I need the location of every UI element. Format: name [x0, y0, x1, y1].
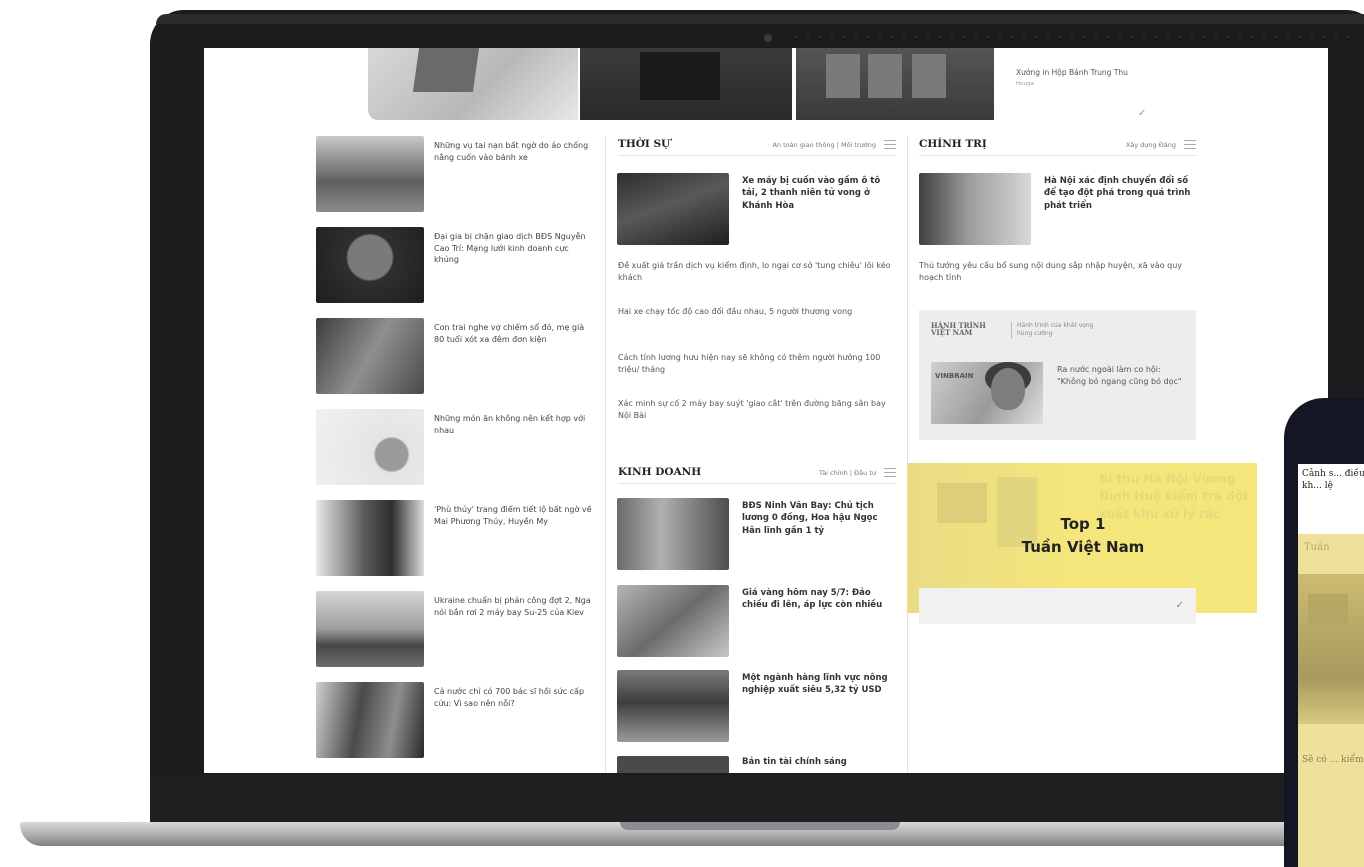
stage: Xưởng in Hộp Bánh Trung Thu Hnuga ✓ Nhữn…: [0, 0, 1364, 867]
news-link[interactable]: Hai xe chạy tốc độ cao đối đầu nhau, 5 n…: [618, 306, 896, 318]
section-subcategories[interactable]: Xây dựng Đảng: [1126, 141, 1176, 149]
news-link[interactable]: Thủ tướng yêu cầu bổ sung nội dung sắp n…: [919, 260, 1196, 283]
news-thumbnail[interactable]: [316, 591, 424, 667]
laptop-base-notch: [620, 822, 900, 830]
list-item[interactable]: Con trai nghe vợ chiếm sổ đỏ, mẹ già 80 …: [316, 318, 606, 394]
news-thumbnail[interactable]: [316, 318, 424, 394]
news-title[interactable]: 'Phù thủy' trang điểm tiết lộ bất ngờ về…: [434, 504, 592, 527]
top-ad-banner[interactable]: [368, 48, 994, 120]
phone-section-title[interactable]: Tuần: [1304, 542, 1330, 553]
news-link[interactable]: Cách tính lương hưu hiện nay sẽ không có…: [618, 352, 896, 375]
section-title[interactable]: KINH DOANH: [618, 466, 701, 478]
ad-box-shape: [412, 48, 480, 92]
banner-title-line: Tuần Việt Nam: [1021, 537, 1145, 556]
section-header-chinh-tri: CHÍNH TRỊ Xây dựng Đảng: [919, 138, 1196, 156]
news-link[interactable]: Xác minh sự cố 2 máy bay suýt 'giao cắt'…: [618, 398, 896, 421]
ad-package-shape: [826, 54, 860, 98]
featured-thumbnail[interactable]: [617, 173, 729, 245]
laptop-lid-edge: [156, 14, 1364, 24]
news-thumbnail[interactable]: [617, 756, 729, 773]
list-item[interactable]: Ukraine chuẩn bị phản công đợt 2, Nga nó…: [316, 591, 606, 667]
ad-check-icon[interactable]: ✓: [1138, 108, 1146, 119]
promo-hanh-trinh-viet-nam[interactable]: HÀNH TRÌNH VIỆT NAM Hành trình của khát …: [919, 310, 1196, 440]
list-item[interactable]: Những vụ tai nạn bất ngờ do áo chống nắn…: [316, 136, 606, 212]
phone-news-title[interactable]: Sẽ có ... kiểm...: [1302, 754, 1364, 768]
phone-screen: Cảnh s... điều kh... lệ Tuần Sẽ có ... k…: [1298, 464, 1364, 867]
news-thumbnail[interactable]: [617, 498, 729, 570]
section-title[interactable]: CHÍNH TRỊ: [919, 138, 987, 150]
news-title[interactable]: Cả nước chỉ có 700 bác sĩ hồi sức cấp cứ…: [434, 686, 592, 709]
news-title[interactable]: Con trai nghe vợ chiếm sổ đỏ, mẹ già 80 …: [434, 322, 592, 345]
check-icon: ✓: [1175, 600, 1184, 611]
list-item[interactable]: 'Phù thủy' trang điểm tiết lộ bất ngờ về…: [316, 500, 606, 576]
banner-placeholder-bar: ✓: [919, 588, 1196, 624]
list-item[interactable]: Cả nước chỉ có 700 bác sĩ hồi sức cấp cứ…: [316, 682, 606, 758]
person-face-shape: [991, 368, 1025, 410]
promo-thumbnail[interactable]: VINBRAIN: [931, 362, 1043, 424]
laptop-bezel-bottom: [150, 775, 1364, 825]
column-divider: [907, 136, 908, 773]
list-item[interactable]: Những món ăn không nên kết hợp với nhau: [316, 409, 606, 485]
promo-title[interactable]: Ra nước ngoài làm co hội: "Không bỏ ngan…: [1057, 364, 1187, 387]
promo-tagline-line: hùng cường: [1017, 330, 1053, 338]
section-title[interactable]: THỜI SỰ: [618, 138, 670, 150]
news-thumbnail[interactable]: [617, 670, 729, 742]
news-thumbnail[interactable]: [316, 227, 424, 303]
news-thumbnail[interactable]: [316, 136, 424, 212]
promo-tagline-line: Hành trình của khát vọng: [1017, 322, 1094, 329]
laptop-screen: Xưởng in Hộp Bánh Trung Thu Hnuga ✓ Nhữn…: [204, 48, 1328, 773]
featured-title[interactable]: Hà Nội xác định chuyển đổi số để tạo đột…: [1044, 175, 1194, 212]
section-header-kinh-doanh: KINH DOANH Tài chính | Đầu tư: [618, 466, 896, 484]
news-title[interactable]: Những vụ tai nạn bất ngờ do áo chống nắn…: [434, 140, 592, 163]
news-title[interactable]: Một ngành hàng lĩnh vực nông nghiệp xuất…: [742, 672, 892, 697]
promo-brand: VINBRAIN: [935, 372, 974, 380]
laptop-camera: [764, 34, 772, 42]
news-title[interactable]: Những món ăn không nên kết hợp với nhau: [434, 413, 592, 436]
news-title[interactable]: Đại gia bị chặn giao dịch BĐS Nguyễn Cao…: [434, 231, 592, 266]
section-subcategories[interactable]: An toàn giao thông | Môi trường: [772, 141, 876, 149]
banner-title[interactable]: Top 1 Tuần Việt Nam: [1003, 513, 1163, 558]
ad-side-title[interactable]: Xưởng in Hộp Bánh Trung Thu: [1016, 68, 1156, 78]
promo-logo: HÀNH TRÌNH VIỆT NAM: [931, 322, 986, 336]
list-item[interactable]: Đại gia bị chặn giao dịch BĐS Nguyễn Cao…: [316, 227, 606, 303]
promo-tagline: Hành trình của khát vọng hùng cường: [1011, 322, 1093, 339]
ad-image-1[interactable]: [368, 48, 578, 120]
ad-package-shape: [868, 54, 902, 98]
phone-yellow-section: Tuần Sẽ có ... kiểm...: [1298, 534, 1364, 867]
column-divider: [605, 136, 606, 773]
news-thumbnail[interactable]: [617, 585, 729, 657]
featured-thumbnail[interactable]: [919, 173, 1031, 245]
featured-title[interactable]: Xe máy bị cuốn vào gầm ô tô tải, 2 thanh…: [742, 175, 892, 212]
news-title[interactable]: BĐS Ninh Vân Bay: Chủ tịch lương 0 đồng,…: [742, 500, 892, 537]
menu-icon[interactable]: [884, 468, 896, 477]
laptop-speaker-dots: [790, 35, 1350, 39]
ad-side-text[interactable]: Xưởng in Hộp Bánh Trung Thu Hnuga: [1016, 68, 1156, 89]
photo-shape: [1308, 594, 1348, 624]
banner-title-line: Top 1: [1060, 515, 1106, 533]
news-link[interactable]: Đề xuất giá trần dịch vụ kiểm định, lo n…: [618, 260, 896, 283]
menu-icon[interactable]: [1184, 140, 1196, 149]
phone-image[interactable]: [1298, 574, 1364, 724]
ad-image-2[interactable]: [580, 48, 792, 120]
section-header-thoi-su: THỜI SỰ An toàn giao thông | Môi trường: [618, 138, 896, 156]
ad-side-source: Hnuga: [1016, 81, 1034, 88]
promo-logo-line: VIỆT NAM: [931, 328, 973, 337]
phone-headline[interactable]: Cảnh s... điều kh... lệ: [1302, 468, 1364, 492]
news-title[interactable]: Bản tin tài chính sáng: [742, 756, 892, 773]
news-title[interactable]: Giá vàng hôm nay 5/7: Đảo chiều đi lên, …: [742, 587, 892, 612]
news-thumbnail[interactable]: [316, 409, 424, 485]
photo-shape: [937, 483, 987, 523]
ad-package-shape: [912, 54, 946, 98]
news-thumbnail[interactable]: [316, 500, 424, 576]
news-title[interactable]: Ukraine chuẩn bị phản công đợt 2, Nga nó…: [434, 595, 592, 618]
news-thumbnail[interactable]: [316, 682, 424, 758]
section-subcategories[interactable]: Tài chính | Đầu tư: [819, 469, 876, 477]
menu-icon[interactable]: [884, 140, 896, 149]
ad-image-3[interactable]: [796, 48, 994, 120]
ad-package-shape: [640, 52, 720, 100]
